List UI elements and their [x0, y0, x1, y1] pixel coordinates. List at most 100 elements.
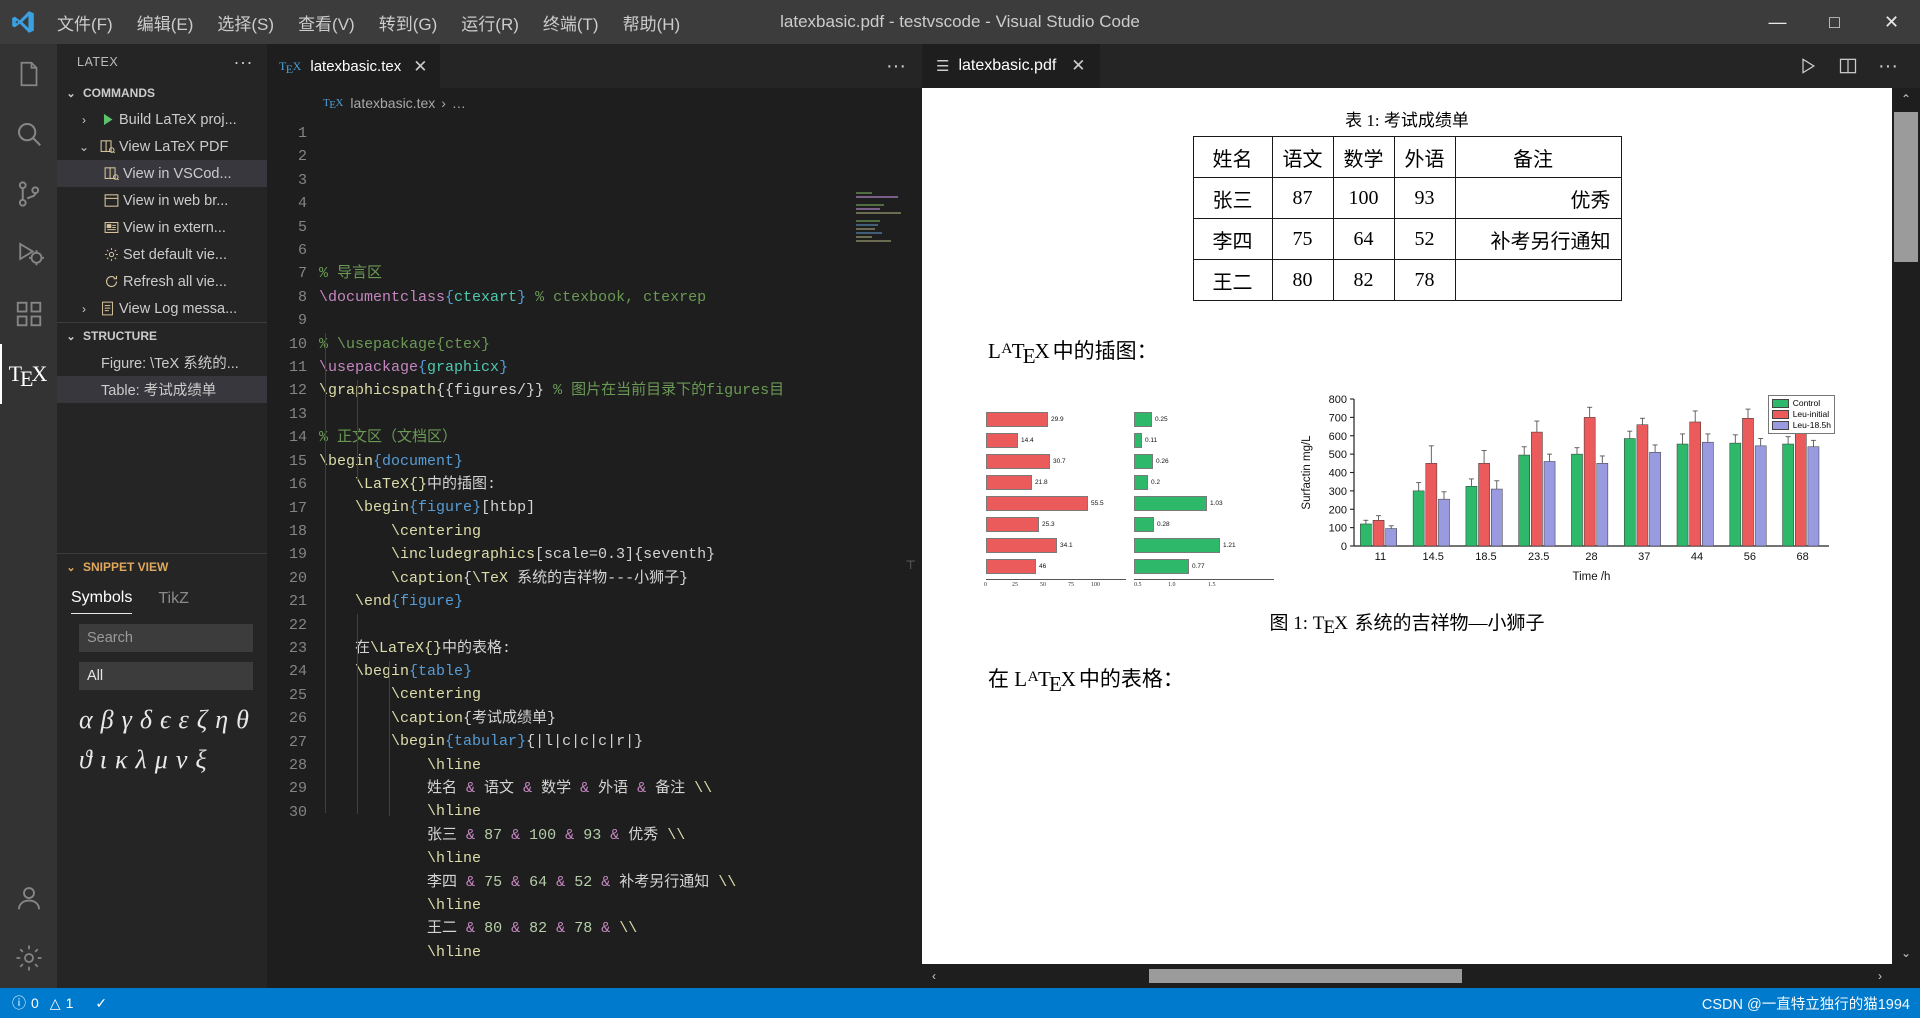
snippet-filter-select[interactable]: All — [79, 662, 253, 690]
code-line[interactable]: \documentclass{ctexart} % ctexbook, ctex… — [319, 286, 922, 309]
breadcrumb-file[interactable]: latexbasic.tex — [350, 95, 435, 111]
code-line[interactable]: \centering — [319, 520, 922, 543]
code-line[interactable]: \begin{document} — [319, 450, 922, 473]
symbol-mu[interactable]: μ — [155, 740, 168, 780]
symbol-xi[interactable]: ξ — [195, 740, 206, 780]
activity-bar[interactable]: TEX — [0, 44, 57, 988]
editor-minimap[interactable] — [856, 192, 910, 252]
sidebar-item-build-latex[interactable]: › Build LaTeX proj... — [57, 106, 267, 133]
menu-go[interactable]: 转到(G) — [368, 5, 449, 40]
code-line[interactable]: \LaTeX{}中的插图: — [319, 473, 922, 496]
menu-view[interactable]: 查看(V) — [287, 5, 366, 40]
code-line[interactable]: 在\LaTeX{}中的表格: — [319, 637, 922, 660]
symbol-nu[interactable]: ν — [176, 740, 188, 780]
activity-explorer-icon[interactable] — [0, 44, 57, 104]
run-icon[interactable] — [1790, 48, 1826, 84]
symbol-vartheta[interactable]: ϑ — [79, 740, 92, 780]
menu-run[interactable]: 运行(R) — [450, 5, 530, 40]
symbol-alpha[interactable]: α — [79, 700, 93, 740]
chevron-right-icon[interactable]: › — [73, 113, 95, 127]
minimize-button[interactable]: — — [1749, 0, 1806, 44]
split-editor-icon[interactable] — [1830, 48, 1866, 84]
code-line[interactable]: \caption{考试成绩单} — [319, 707, 922, 730]
code-line[interactable]: \hline — [319, 754, 922, 777]
editor-tab-latexbasic-tex[interactable]: TEX latexbasic.tex ✕ — [267, 44, 441, 88]
symbol-kappa[interactable]: κ — [115, 740, 127, 780]
code-line[interactable]: 王二 & 80 & 82 & 78 & \\ — [319, 917, 922, 940]
code-line[interactable] — [319, 613, 922, 636]
status-latex-check[interactable]: ✓ — [91, 995, 111, 1012]
chevron-right-icon[interactable]: › — [73, 302, 95, 316]
code-line[interactable]: % \usepackage{ctex} — [319, 333, 922, 356]
menu-bar[interactable]: 文件(F) 编辑(E) 选择(S) 查看(V) 转到(G) 运行(R) 终端(T… — [46, 5, 691, 40]
menu-selection[interactable]: 选择(S) — [206, 5, 285, 40]
hscroll-thumb[interactable] — [1148, 969, 1463, 983]
pdf-horizontal-scrollbar[interactable]: ‹ › — [922, 964, 1892, 988]
sidebar-item-view-in-external[interactable]: View in extern... — [57, 214, 267, 241]
activity-search-icon[interactable] — [0, 104, 57, 164]
activity-account-icon[interactable] — [0, 868, 57, 928]
scroll-down-icon[interactable]: ⌄ — [1892, 942, 1920, 964]
code-line[interactable]: % 正文区（文档区） — [319, 426, 922, 449]
menu-file[interactable]: 文件(F) — [46, 5, 124, 40]
sidebar-more-icon[interactable]: ··· — [226, 53, 261, 71]
activity-run-debug-icon[interactable] — [0, 224, 57, 284]
symbol-iota[interactable]: ι — [100, 740, 107, 780]
structure-item-figure[interactable]: Figure: \TeX 系统的... — [57, 349, 267, 376]
code-line[interactable] — [319, 309, 922, 332]
sidebar-item-view-latex-pdf[interactable]: ⌄ View LaTeX PDF — [57, 133, 267, 160]
tab-symbols[interactable]: Symbols — [71, 589, 133, 614]
symbol-delta[interactable]: δ — [140, 700, 152, 740]
pdf-vertical-scrollbar[interactable]: ⌃ ⌄ — [1892, 88, 1920, 964]
symbol-varepsilon[interactable]: ε — [178, 700, 188, 740]
code-line[interactable]: \begin{table} — [319, 660, 922, 683]
code-line[interactable]: \includegraphics[scale=0.3]{seventh} — [319, 543, 922, 566]
section-commands[interactable]: ⌄ COMMANDS — [57, 80, 267, 106]
close-icon[interactable]: ✕ — [1065, 56, 1085, 76]
maximize-button[interactable]: □ — [1806, 0, 1863, 44]
activity-settings-gear-icon[interactable] — [0, 928, 57, 988]
code-line[interactable]: 张三 & 87 & 100 & 93 & 优秀 \\ — [319, 824, 922, 847]
sidebar-item-view-in-vscode[interactable]: View in VSCod... — [57, 160, 267, 187]
section-structure[interactable]: ⌄ STRUCTURE — [57, 323, 267, 349]
more-actions-icon[interactable]: ··· — [1870, 48, 1906, 84]
code-line[interactable]: \hline — [319, 800, 922, 823]
code-line[interactable]: \caption{\TeX 系统的吉祥物---小狮子} — [319, 567, 922, 590]
close-icon[interactable]: ✕ — [409, 57, 427, 77]
symbol-gamma[interactable]: γ — [122, 700, 132, 740]
snippet-tabs[interactable]: Symbols TikZ — [57, 580, 267, 614]
menu-terminal[interactable]: 终端(T) — [532, 5, 610, 40]
scroll-up-icon[interactable]: ⌃ — [1892, 88, 1920, 110]
symbol-zeta[interactable]: ζ — [197, 700, 208, 740]
breadcrumb-rest[interactable]: … — [452, 95, 466, 111]
symbol-theta[interactable]: θ — [236, 700, 249, 740]
close-button[interactable]: ✕ — [1863, 0, 1920, 44]
pdf-viewer[interactable]: 表 1: 考试成绩单 姓名 语文 数学 外语 备注 张三 87 100 93 优… — [922, 88, 1920, 988]
structure-item-table[interactable]: Table: 考试成绩单 — [57, 376, 267, 403]
code-line[interactable]: % 导言区 — [319, 262, 922, 285]
sidebar-item-view-in-web-browser[interactable]: View in web br... — [57, 187, 267, 214]
tab-tikz[interactable]: TikZ — [158, 590, 189, 614]
status-problems[interactable]: ⓘ 0 △ 1 — [8, 993, 77, 1013]
code-editor[interactable]: 1 2 3 4 5 6 7 8 9 10 11 12 13 14 15 16 17 18 19 20 21 22 23 24 2… — [267, 118, 922, 988]
sidebar-item-view-log-messages[interactable]: › View Log messa... — [57, 295, 267, 322]
code-line[interactable]: \usepackage{graphicx} — [319, 356, 922, 379]
editor-more-actions-icon[interactable]: ··· — [870, 44, 922, 88]
symbol-lambda[interactable]: λ — [135, 740, 146, 780]
menu-edit[interactable]: 编辑(E) — [126, 5, 205, 40]
code-line[interactable]: \end{figure} — [319, 590, 922, 613]
code-line[interactable]: 姓名 & 语文 & 数学 & 外语 & 备注 \\ — [319, 777, 922, 800]
snippet-search-input[interactable]: Search — [79, 624, 253, 652]
code-line[interactable]: 李四 & 75 & 64 & 52 & 补考另行通知 \\ — [319, 871, 922, 894]
hscroll-track[interactable] — [946, 969, 1868, 983]
code-line[interactable]: \hline — [319, 847, 922, 870]
code-line[interactable]: \graphicspath{{figures/}} % 图片在当前目录下的fig… — [319, 379, 922, 402]
menu-help[interactable]: 帮助(H) — [612, 5, 692, 40]
activity-extensions-icon[interactable] — [0, 284, 57, 344]
code-line[interactable]: \hline — [319, 941, 922, 964]
scroll-left-icon[interactable]: ‹ — [922, 969, 946, 983]
section-snippet-view[interactable]: ⌄ SNIPPET VIEW — [57, 554, 267, 580]
pdf-tab-actions[interactable]: ··· — [1790, 44, 1920, 88]
code-content[interactable]: % 导言区 \documentclass{ctexart} % ctexbook,… — [319, 118, 922, 988]
scroll-right-icon[interactable]: › — [1868, 969, 1892, 983]
